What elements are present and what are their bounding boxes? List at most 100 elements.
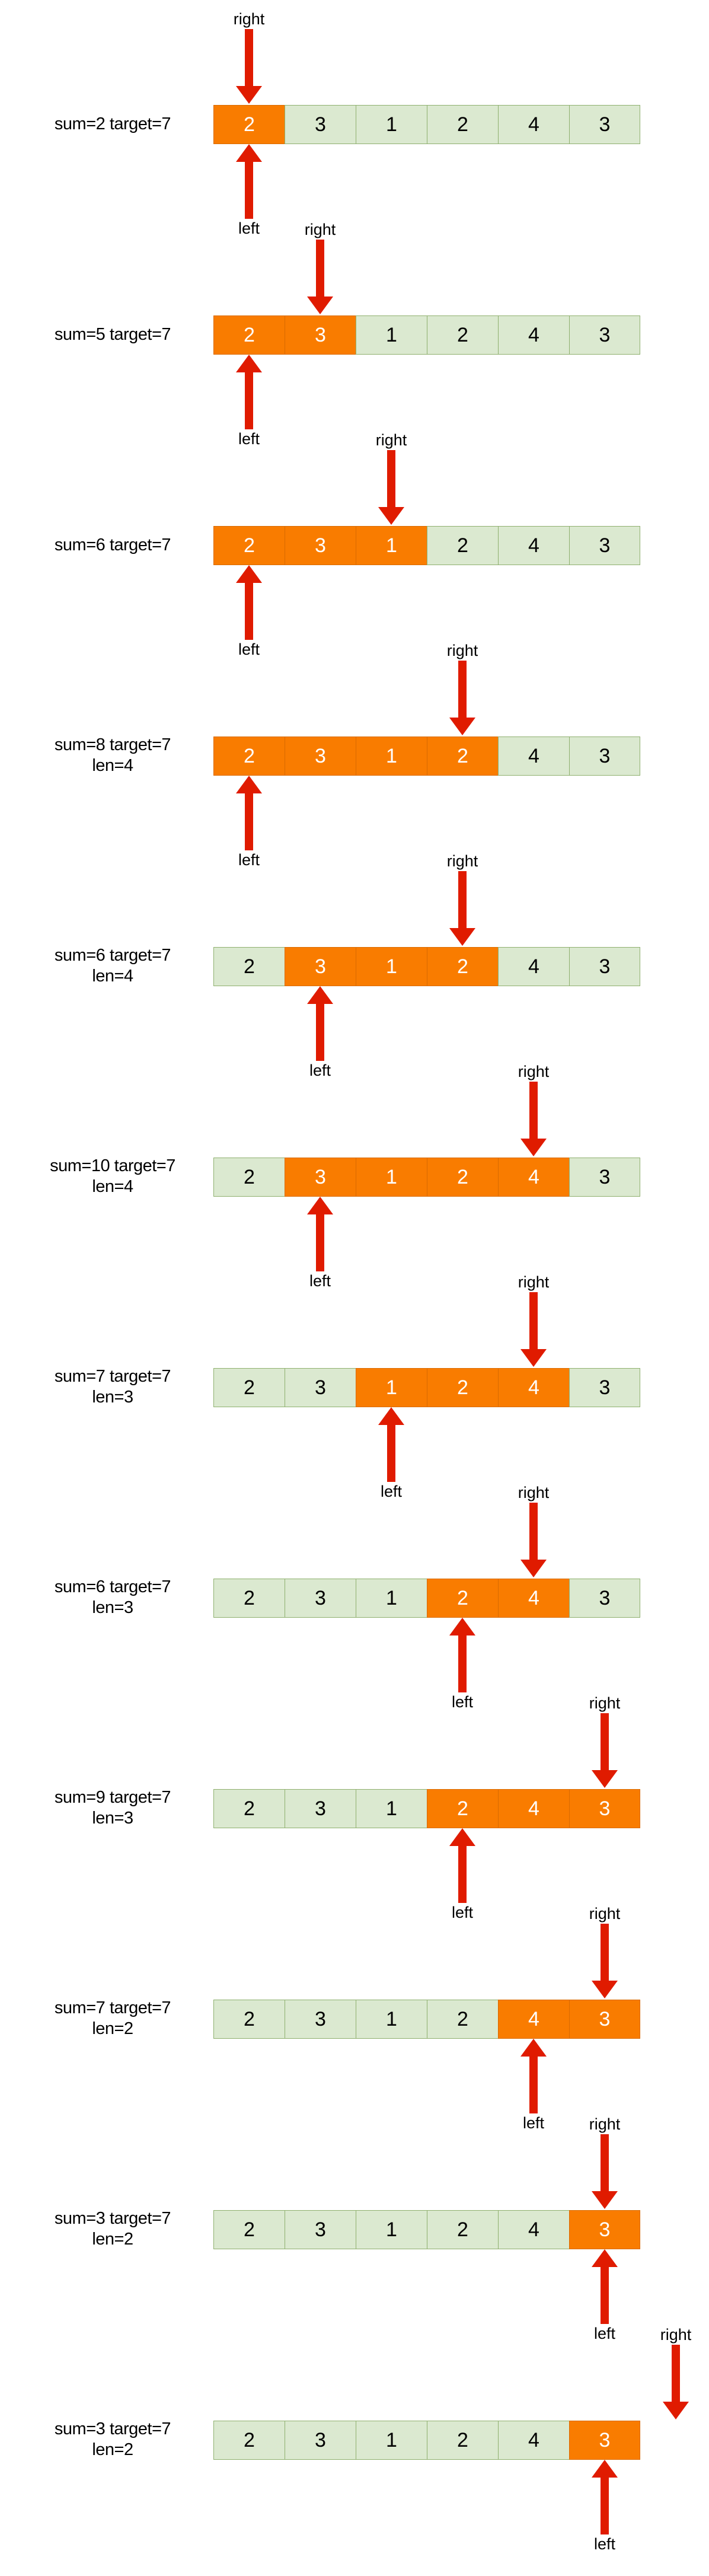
array-cell: 3: [285, 2210, 356, 2249]
left-pointer-label: left: [593, 2535, 616, 2553]
array-cell: 3: [569, 1158, 640, 1197]
right-pointer: right: [569, 1906, 640, 1998]
right-pointer-shaft: [672, 2345, 680, 2402]
step-status-label: sum=2 target=7: [54, 114, 171, 133]
right-pointer: right: [640, 2327, 709, 2419]
array-cell: 2: [427, 315, 498, 355]
right-pointer-label: right: [660, 2326, 692, 2344]
array-cell: 4: [498, 737, 569, 776]
array-cell: 4: [498, 2421, 569, 2460]
array-cell-highlighted: 3: [569, 1789, 640, 1828]
right-pointer-label: right: [446, 852, 478, 870]
right-pointer-shaft: [316, 240, 324, 297]
left-pointer-label: left: [451, 1693, 474, 1711]
left-pointer-shaft: [245, 793, 253, 850]
left-pointer: left: [427, 1828, 498, 1921]
array-cell-highlighted: 3: [285, 737, 356, 776]
arrow-down-icon: [520, 1349, 547, 1367]
step-status-label: sum=6 target=7 len=4: [54, 946, 171, 986]
array-strip: 231243: [213, 1158, 640, 1197]
left-pointer: left: [427, 1618, 498, 1710]
array-cell: 3: [569, 737, 640, 776]
right-pointer-shaft: [529, 1082, 538, 1139]
array-cell: 3: [285, 1368, 356, 1407]
left-pointer-shaft: [529, 2057, 538, 2113]
arrow-up-icon: [592, 2249, 618, 2267]
left-pointer-label: left: [238, 640, 260, 658]
left-pointer: left: [498, 2039, 569, 2131]
array-cell: 3: [569, 1579, 640, 1618]
array-cell: 3: [569, 526, 640, 565]
left-pointer: left: [356, 1407, 427, 1500]
array-cell: 3: [569, 947, 640, 986]
array-cell: 2: [213, 2421, 285, 2460]
array-cell: 3: [569, 105, 640, 144]
step-status-label: sum=10 target=7 len=4: [50, 1156, 175, 1197]
step-status-label: sum=7 target=7 len=2: [54, 1998, 171, 2039]
array-cell: 2: [213, 2210, 285, 2249]
arrow-up-icon: [378, 1407, 404, 1425]
right-pointer-shaft: [529, 1503, 538, 1560]
right-pointer-label: right: [518, 1273, 550, 1291]
array-cell-highlighted: 4: [498, 1789, 569, 1828]
arrow-up-icon: [520, 2039, 547, 2057]
left-pointer: left: [213, 144, 285, 237]
right-pointer-label: right: [518, 1484, 550, 1501]
arrow-up-icon: [236, 144, 262, 162]
right-pointer-shaft: [601, 1713, 609, 1770]
array-cell-highlighted: 2: [427, 1368, 498, 1407]
left-pointer-label: left: [593, 2325, 616, 2342]
arrow-down-icon: [449, 718, 475, 735]
array-cell-highlighted: 4: [498, 1158, 569, 1197]
array-cell: 2: [213, 1789, 285, 1828]
arrow-down-icon: [378, 507, 404, 525]
array-strip: 231243: [213, 737, 640, 776]
left-pointer: left: [285, 1197, 356, 1289]
array-cell-highlighted: 2: [213, 526, 285, 565]
array-cell-highlighted: 4: [498, 1368, 569, 1407]
left-pointer-shaft: [245, 583, 253, 640]
array-strip: 231243: [213, 105, 640, 144]
array-strip: 231243: [213, 2000, 640, 2039]
step-status-label: sum=3 target=7 len=2: [54, 2419, 171, 2460]
arrow-up-icon: [236, 565, 262, 583]
left-pointer-shaft: [458, 1846, 467, 1903]
array-cell: 3: [285, 2421, 356, 2460]
array-cell-highlighted: 2: [427, 947, 498, 986]
left-pointer-label: left: [522, 2114, 545, 2132]
left-pointer-shaft: [245, 162, 253, 219]
arrow-down-icon: [592, 2191, 618, 2209]
array-cell-highlighted: 3: [285, 526, 356, 565]
array-cell-highlighted: 3: [285, 947, 356, 986]
step-status-label: sum=7 target=7 len=3: [54, 1367, 171, 1407]
arrow-up-icon: [592, 2460, 618, 2478]
arrow-up-icon: [307, 1197, 333, 1214]
array-cell-highlighted: 1: [356, 1368, 427, 1407]
left-pointer-label: left: [238, 851, 260, 869]
array-strip: 231243: [213, 947, 640, 986]
left-pointer: left: [213, 355, 285, 447]
right-pointer-shaft: [458, 661, 467, 718]
array-cell-highlighted: 2: [213, 737, 285, 776]
array-cell: 4: [498, 315, 569, 355]
array-cell: 3: [285, 2000, 356, 2039]
array-cell: 1: [356, 2000, 427, 2039]
arrow-down-icon: [592, 1770, 618, 1788]
left-pointer-label: left: [380, 1483, 403, 1500]
array-cell: 3: [569, 1368, 640, 1407]
array-cell: 2: [213, 2000, 285, 2039]
step-status-label: sum=5 target=7: [54, 325, 171, 344]
array-cell-highlighted: 2: [427, 1158, 498, 1197]
right-pointer-label: right: [233, 10, 265, 28]
array-cell-highlighted: 2: [213, 105, 285, 144]
array-cell: 1: [356, 1789, 427, 1828]
array-strip: 231243: [213, 1368, 640, 1407]
arrow-down-icon: [592, 1981, 618, 1998]
left-pointer-label: left: [451, 1904, 474, 1921]
step-status-label: sum=9 target=7 len=3: [54, 1788, 171, 1828]
left-pointer-shaft: [316, 1004, 324, 1061]
step-status-label: sum=3 target=7 len=2: [54, 2209, 171, 2249]
array-strip: 231243: [213, 526, 640, 565]
arrow-up-icon: [236, 355, 262, 372]
arrow-down-icon: [307, 297, 333, 314]
